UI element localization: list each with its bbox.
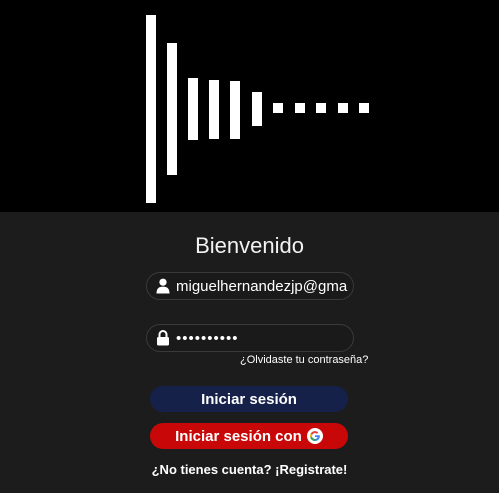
logo-bar	[209, 80, 219, 139]
logo-bar	[167, 43, 177, 175]
lock-icon	[157, 330, 169, 346]
username-field[interactable]	[146, 272, 354, 300]
header-banner	[0, 0, 499, 212]
logo-bar	[188, 78, 198, 140]
logo-bar	[295, 103, 305, 113]
logo-bar	[273, 103, 283, 113]
logo-bar	[338, 103, 348, 113]
welcome-title: Bienvenido	[195, 233, 304, 258]
user-icon	[156, 278, 170, 294]
logo-bar	[252, 92, 262, 126]
logo-bar	[230, 81, 240, 139]
register-link[interactable]: ¿No tienes cuenta? ¡Registrate!	[0, 462, 499, 477]
google-icon	[306, 428, 323, 444]
login-button[interactable]: Iniciar sesión	[150, 386, 348, 412]
logo-bar	[359, 103, 369, 113]
google-login-button[interactable]: Iniciar sesión con	[150, 423, 348, 449]
forgot-password-link[interactable]: ¿Olvidaste tu contraseña?	[240, 354, 368, 366]
password-field[interactable]	[146, 324, 354, 352]
username-input[interactable]	[176, 273, 348, 299]
logo-bar	[146, 15, 156, 203]
logo-bar	[316, 103, 326, 113]
password-input[interactable]	[176, 325, 348, 351]
google-login-label: Iniciar sesión con	[175, 427, 302, 445]
login-button-label: Iniciar sesión	[201, 390, 297, 408]
